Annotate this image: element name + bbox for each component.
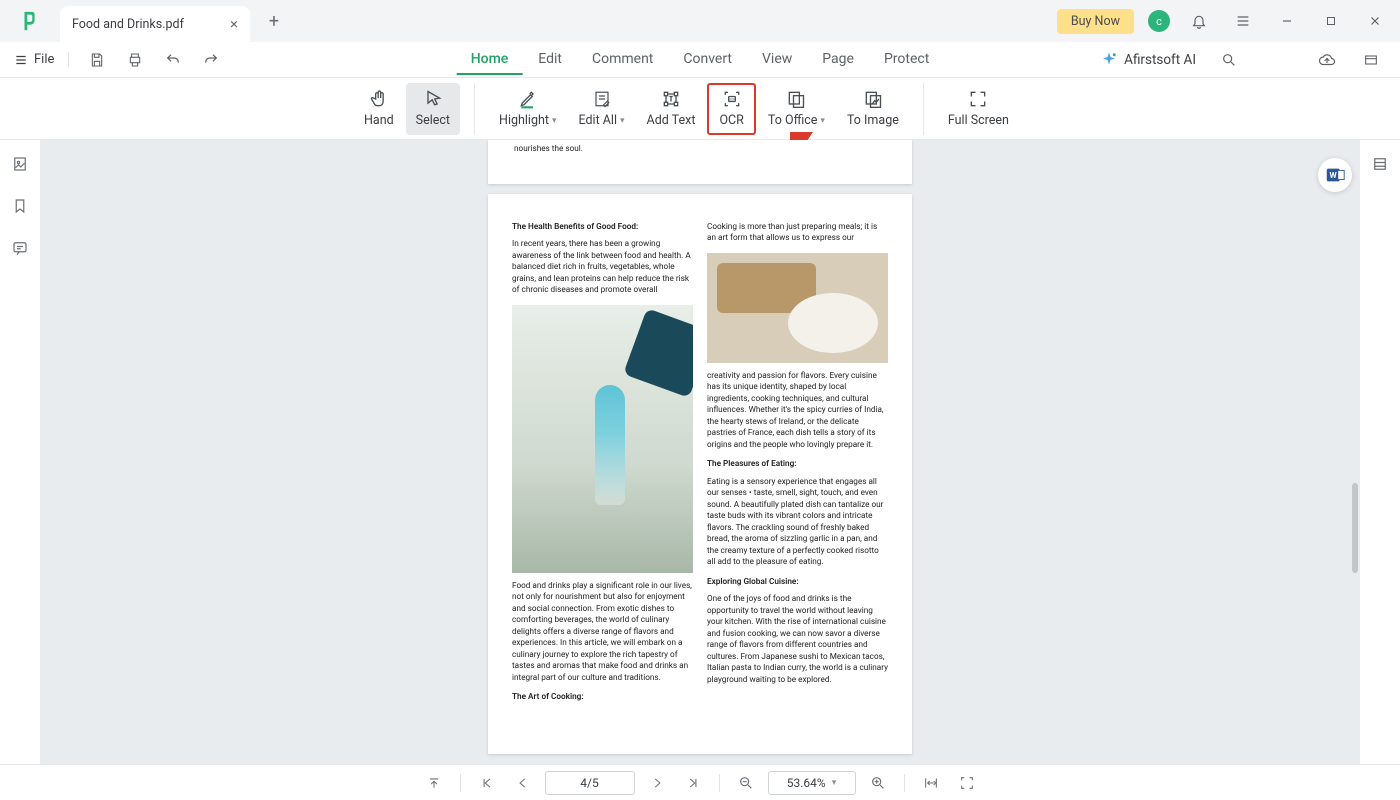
main-tabs: Home Edit Comment Convert View Page Prot…: [457, 45, 944, 75]
scroll-top-icon[interactable]: [420, 769, 448, 797]
quick-access-toolbar: [69, 45, 227, 75]
search-icon[interactable]: [1214, 45, 1244, 75]
tab-view[interactable]: View: [748, 45, 806, 75]
right-sidebar: [1360, 140, 1400, 764]
print-icon[interactable]: [119, 45, 151, 75]
highlight-tool[interactable]: Highlight▾: [489, 83, 566, 135]
ai-label: Afirstsoft AI: [1124, 52, 1196, 68]
tab-convert[interactable]: Convert: [669, 45, 746, 75]
statusbar: 53.64%▾: [0, 764, 1400, 800]
page-column-left: The Health Benefits of Good Food: In rec…: [512, 222, 693, 726]
thumbnails-icon[interactable]: [8, 152, 32, 176]
page-input[interactable]: [545, 771, 635, 795]
maximize-icon[interactable]: [1316, 6, 1346, 36]
sparkle-icon: [1100, 51, 1118, 69]
tab-comment[interactable]: Comment: [578, 45, 667, 75]
file-menu[interactable]: File: [14, 52, 69, 67]
first-page-icon[interactable]: [473, 769, 501, 797]
edit-icon: [593, 89, 611, 109]
last-page-icon[interactable]: [679, 769, 707, 797]
hand-icon: [369, 89, 389, 109]
ocr-icon: OCR: [722, 89, 742, 109]
bell-icon[interactable]: [1184, 6, 1214, 36]
redo-icon[interactable]: [195, 45, 227, 75]
ocr-tool[interactable]: OCR OCR: [707, 83, 755, 135]
tab-protect[interactable]: Protect: [870, 45, 943, 75]
app-logo: [0, 0, 60, 42]
to-image-tool[interactable]: To Image: [837, 83, 909, 135]
document-image-food: [707, 253, 888, 363]
tab-page[interactable]: Page: [808, 45, 868, 75]
properties-icon[interactable]: [1368, 152, 1392, 176]
user-avatar[interactable]: c: [1148, 10, 1170, 32]
select-tool[interactable]: Select: [406, 83, 460, 135]
toolbar: Hand Select Highlight▾ Edit All▾ Add Tex…: [0, 78, 1400, 140]
page-column-right: Cooking is more than just preparing meal…: [707, 222, 888, 726]
scroll-thumb[interactable]: [1352, 483, 1358, 573]
save-icon[interactable]: [81, 45, 113, 75]
left-sidebar: [0, 140, 40, 764]
next-page-icon[interactable]: [643, 769, 671, 797]
file-label: File: [34, 52, 54, 67]
tab-edit[interactable]: Edit: [524, 45, 576, 75]
full-screen-tool[interactable]: Full Screen: [938, 83, 1019, 135]
menubar: File Home Edit Comment Convert View Page…: [0, 42, 1400, 78]
minimize-icon[interactable]: [1272, 6, 1302, 36]
fit-page-icon[interactable]: [953, 769, 981, 797]
undo-icon[interactable]: [157, 45, 189, 75]
bookmarks-icon[interactable]: [8, 194, 32, 218]
zoom-out-icon[interactable]: [732, 769, 760, 797]
document-tab[interactable]: Food and Drinks.pdf ×: [60, 6, 250, 42]
zoom-in-icon[interactable]: [864, 769, 892, 797]
zoom-select[interactable]: 53.64%▾: [768, 771, 856, 795]
cursor-icon: [423, 89, 443, 109]
vertical-scrollbar[interactable]: [1350, 145, 1358, 760]
svg-text:OCR: OCR: [728, 98, 735, 102]
tab-home[interactable]: Home: [457, 45, 523, 75]
to-office-icon: [786, 89, 806, 109]
document-page: The Health Benefits of Good Food: In rec…: [488, 194, 912, 754]
edit-all-tool[interactable]: Edit All▾: [569, 83, 635, 135]
cloud-icon[interactable]: [1312, 45, 1342, 75]
convert-to-word-button[interactable]: W: [1318, 158, 1352, 192]
ai-button[interactable]: Afirstsoft AI: [1100, 51, 1196, 69]
close-window-icon[interactable]: [1360, 6, 1390, 36]
to-office-tool[interactable]: To Office▾: [758, 83, 835, 135]
add-text-tool[interactable]: Add Text: [637, 83, 706, 135]
panel-icon[interactable]: [1356, 45, 1386, 75]
highlight-icon: [517, 89, 539, 109]
document-image-glass: [512, 305, 693, 573]
tab-title: Food and Drinks.pdf: [72, 17, 184, 32]
page-prev-tail: nourishes the soul.: [488, 140, 912, 184]
fullscreen-icon: [968, 89, 988, 109]
comments-icon[interactable]: [8, 236, 32, 260]
word-icon: W: [1324, 164, 1346, 186]
new-tab-button[interactable]: +: [260, 7, 288, 35]
to-image-icon: [863, 89, 883, 109]
add-text-icon: [661, 89, 681, 109]
close-tab-icon[interactable]: ×: [230, 15, 238, 33]
hand-tool[interactable]: Hand: [354, 83, 404, 135]
titlebar: Food and Drinks.pdf × + Buy Now c: [0, 0, 1400, 42]
document-viewport[interactable]: nourishes the soul. The Health Benefits …: [40, 140, 1360, 764]
buy-now-button[interactable]: Buy Now: [1057, 9, 1134, 34]
prev-page-icon[interactable]: [509, 769, 537, 797]
hamburger-icon[interactable]: [1228, 6, 1258, 36]
fit-width-icon[interactable]: [917, 769, 945, 797]
svg-text:W: W: [1330, 171, 1338, 181]
